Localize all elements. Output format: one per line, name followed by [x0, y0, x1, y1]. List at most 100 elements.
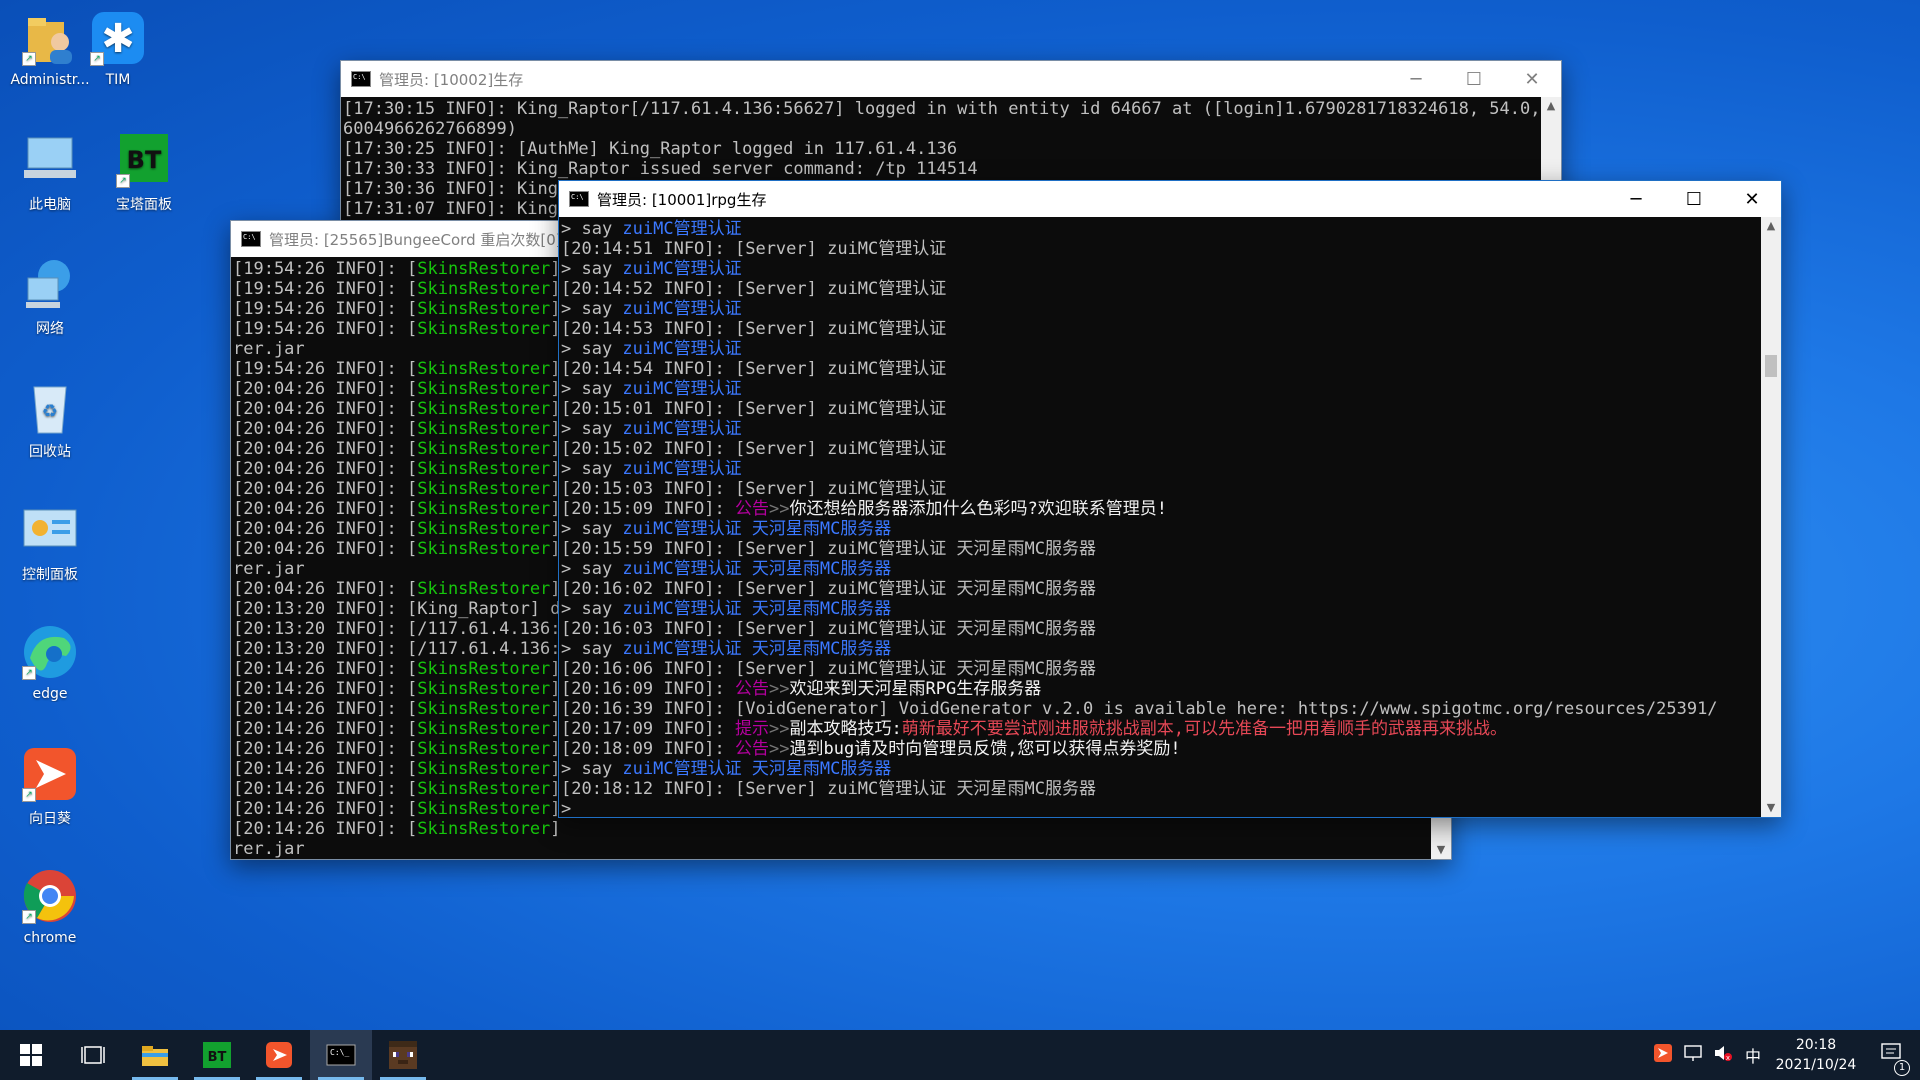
console-line: [20:14:26 INFO]: [SkinsRestorer]: [233, 819, 561, 839]
maximize-button[interactable]: ☐: [1445, 61, 1503, 97]
minecraft-icon: [389, 1041, 417, 1069]
notification-count: 1: [1894, 1060, 1910, 1076]
svg-text:C:\_: C:\_: [330, 1048, 349, 1057]
console-line: > _: [561, 799, 592, 817]
console-line: [20:16:06 INFO]: [Server] zuiMC管理认证 天河星雨…: [561, 659, 1096, 679]
desktop-icon-label: 控制面板: [22, 567, 78, 583]
console-line: > say zuiMC管理认证: [561, 219, 742, 239]
console-line: [20:16:39 INFO]: [VoidGenerator] VoidGen…: [561, 699, 1718, 719]
window-title: 管理员: [10002]生存: [379, 70, 524, 89]
desktop-icon-label: edge: [32, 686, 68, 702]
console-line: [20:14:54 INFO]: [Server] zuiMC管理认证: [561, 359, 947, 379]
desktop-icon-tim[interactable]: ✱ ↗ TIM: [70, 8, 166, 88]
desktop-icon-label: 宝塔面板: [116, 197, 172, 213]
desktop-icon-label: 回收站: [29, 444, 71, 460]
console-line: [20:14:53 INFO]: [Server] zuiMC管理认证: [561, 319, 947, 339]
scroll-up-arrow-icon[interactable]: ▲: [1541, 97, 1561, 115]
desktop-icon-edge[interactable]: ↗ edge: [2, 622, 98, 702]
console-line: [20:16:09 INFO]: 公告>>欢迎来到天河星雨RPG生存服务器: [561, 679, 1042, 699]
vertical-scrollbar[interactable]: ▲ ▼: [1761, 217, 1781, 817]
task-view-icon: [81, 1046, 105, 1064]
console-line: > say zuiMC管理认证: [561, 259, 742, 279]
console-line: [20:16:02 INFO]: [Server] zuiMC管理认证 天河星雨…: [561, 579, 1096, 599]
scroll-down-arrow-icon[interactable]: ▼: [1431, 841, 1451, 859]
network-tray-icon[interactable]: [1678, 1044, 1708, 1066]
console-line: [17:30:15 INFO]: King_Raptor[/117.61.4.1…: [343, 99, 1541, 119]
desktop-icon-label: 此电脑: [29, 197, 71, 213]
close-button[interactable]: ✕: [1503, 61, 1561, 97]
minimize-button[interactable]: ─: [1607, 181, 1665, 217]
sunlogin-icon: [266, 1042, 292, 1068]
scroll-up-arrow-icon[interactable]: ▲: [1761, 217, 1781, 235]
taskbar: BT C:\_ x 中 20:18 2021/10/24 1: [0, 1030, 1920, 1080]
clock-time: 20:18: [1795, 1037, 1837, 1053]
console-line: [20:14:51 INFO]: [Server] zuiMC管理认证: [561, 239, 947, 259]
task-view-button[interactable]: [62, 1030, 124, 1080]
desktop-icon-recycle-bin[interactable]: ♻ 回收站: [2, 377, 98, 461]
console-line: [20:15:01 INFO]: [Server] zuiMC管理认证: [561, 399, 947, 419]
titlebar[interactable]: 管理员: [10002]生存 ─ ☐ ✕: [341, 61, 1561, 97]
console-line: > say zuiMC管理认证 天河星雨MC服务器: [561, 519, 892, 539]
tim-icon: ✱ ↗: [88, 8, 148, 68]
windows-logo-icon: [20, 1044, 42, 1066]
console-line: > say zuiMC管理认证 天河星雨MC服务器: [561, 639, 892, 659]
maximize-button[interactable]: ☐: [1665, 181, 1723, 217]
scroll-down-arrow-icon[interactable]: ▼: [1761, 799, 1781, 817]
console-line: [20:17:09 INFO]: 提示>>副本攻略技巧:萌新最好不要尝试刚进服就…: [561, 719, 1507, 739]
console-line: > say zuiMC管理认证: [561, 419, 742, 439]
recycle-bin-icon: ♻: [20, 377, 80, 437]
console-line: > say zuiMC管理认证 天河星雨MC服务器: [561, 759, 892, 779]
cmd-icon: [241, 231, 261, 247]
sunlogin-icon: ↗: [20, 744, 80, 804]
svg-text:♻: ♻: [42, 401, 58, 422]
console-line: [20:15:09 INFO]: 公告>>你还想给服务器添加什么色彩吗?欢迎联系…: [561, 499, 1167, 519]
titlebar[interactable]: 管理员: [10001]rpg生存 ─ ☐ ✕: [559, 181, 1781, 217]
desktop-icon-chrome[interactable]: ↗ chrome: [2, 866, 98, 946]
console-window-rpg[interactable]: 管理员: [10001]rpg生存 ─ ☐ ✕ > say zuiMC管理认证[…: [558, 180, 1782, 818]
bt-badge: BT: [127, 146, 162, 174]
cmd-taskbar-button[interactable]: C:\_: [310, 1030, 372, 1080]
cmd-icon: C:\_: [326, 1044, 356, 1066]
console-line: [20:14:52 INFO]: [Server] zuiMC管理认证: [561, 279, 947, 299]
desktop-icon-label: 向日葵: [29, 811, 71, 827]
console-line: > say zuiMC管理认证: [561, 379, 742, 399]
console-line: [20:15:02 INFO]: [Server] zuiMC管理认证: [561, 439, 947, 459]
cmd-icon: [351, 71, 371, 87]
desktop-icon-label: chrome: [23, 930, 77, 946]
desktop-icon-sunlogin[interactable]: ↗ 向日葵: [2, 744, 98, 828]
desktop-icon-label: TIM: [105, 72, 131, 88]
console-line: [20:16:03 INFO]: [Server] zuiMC管理认证 天河星雨…: [561, 619, 1096, 639]
file-explorer-button[interactable]: [124, 1030, 186, 1080]
desktop-icon-control-panel[interactable]: 控制面板: [2, 500, 98, 584]
volume-muted-icon[interactable]: x: [1708, 1044, 1738, 1066]
start-button[interactable]: [0, 1030, 62, 1080]
sunlogin-taskbar-button[interactable]: [248, 1030, 310, 1080]
cmd-icon: [569, 191, 589, 207]
minimize-button[interactable]: ─: [1387, 61, 1445, 97]
control-panel-icon: [20, 500, 80, 560]
svg-text:✱: ✱: [101, 16, 135, 62]
bt-panel-taskbar-button[interactable]: BT: [186, 1030, 248, 1080]
desktop-icon-this-pc[interactable]: 此电脑: [2, 130, 98, 214]
chrome-icon: ↗: [20, 866, 80, 926]
window-title: 管理员: [10001]rpg生存: [597, 190, 767, 209]
minecraft-taskbar-button[interactable]: [372, 1030, 434, 1080]
clock[interactable]: 20:18 2021/10/24: [1768, 1035, 1864, 1075]
desktop-icon-bt-panel[interactable]: BT ↗ 宝塔面板: [96, 130, 192, 214]
console-line: > say zuiMC管理认证: [561, 459, 742, 479]
close-button[interactable]: ✕: [1723, 181, 1781, 217]
desktop-icon-label: 网络: [36, 321, 64, 337]
ime-indicator[interactable]: 中: [1738, 1043, 1768, 1067]
action-center-button[interactable]: 1: [1864, 1042, 1920, 1076]
window-title: 管理员: [25565]BungeeCord 重启次数[0]: [269, 230, 562, 249]
bt-panel-icon: BT: [203, 1042, 231, 1068]
computer-icon: [20, 130, 80, 190]
console-line: [20:18:12 INFO]: [Server] zuiMC管理认证 天河星雨…: [561, 779, 1096, 799]
sunlogin-tray-icon[interactable]: [1648, 1044, 1678, 1066]
scroll-thumb[interactable]: [1765, 355, 1777, 377]
folder-icon: [142, 1046, 168, 1066]
desktop-icon-network[interactable]: 网络: [2, 254, 98, 338]
console-line: [17:30:25 INFO]: [AuthMe] King_Raptor lo…: [343, 139, 958, 159]
console-line: [20:18:09 INFO]: 公告>>遇到bug请及时向管理员反馈,您可以获…: [561, 739, 1181, 759]
console-line: > say zuiMC管理认证: [561, 339, 742, 359]
